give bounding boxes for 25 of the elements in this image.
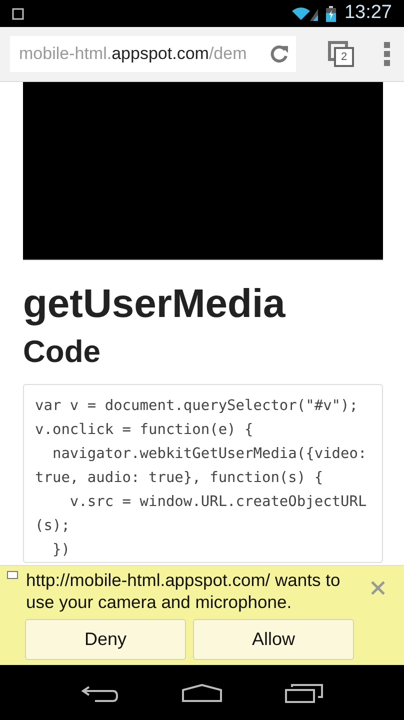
code-line: (s); — [35, 517, 71, 536]
clock-time: 13:27 — [344, 1, 392, 26]
code-line: }) — [51, 541, 71, 560]
page-title: getUserMedia — [23, 281, 286, 328]
notification-icon — [12, 8, 24, 20]
address-field[interactable]: mobile-html.appspot.com/dem — [10, 36, 296, 72]
reload-icon[interactable] — [268, 43, 290, 65]
menu-icon[interactable] — [384, 42, 390, 66]
home-icon[interactable] — [182, 684, 222, 702]
code-line: v.src = window.URL.createObjectURL — [68, 493, 368, 512]
camera-icon — [7, 571, 18, 579]
wifi-icon — [292, 6, 310, 20]
permission-button[interactable]: Allow — [193, 619, 354, 660]
close-icon[interactable] — [371, 581, 385, 595]
signal-icon — [310, 6, 318, 20]
code-line: var v = document.querySelector("#v"); — [35, 397, 360, 416]
section-heading: Code — [23, 333, 102, 371]
code-line: true, audio: true}, function(s) { — [35, 469, 324, 488]
url-text: mobile-html.appspot.com/dem — [19, 43, 248, 66]
permission-button[interactable]: Deny — [25, 619, 186, 660]
battery-icon — [326, 6, 336, 22]
code-line: navigator.webkitGetUserMedia({video: — [51, 445, 368, 464]
code-line: v.onclick = function(e) { — [35, 421, 254, 440]
recent-apps-icon[interactable] — [284, 682, 323, 702]
permission-message: http://mobile-html.appspot.com/ wants to use your camera and microphone. — [26, 569, 342, 613]
